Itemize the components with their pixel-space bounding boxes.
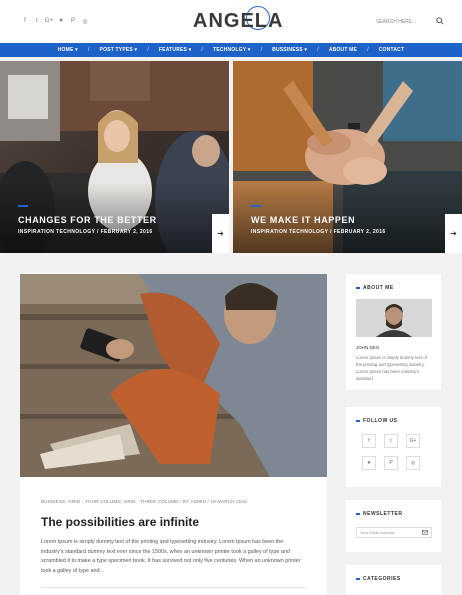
widget-accent-bar <box>356 420 360 422</box>
site-logo[interactable]: ANGELA <box>193 10 283 33</box>
hero-slide-right[interactable]: WE MAKE IT HAPPEN INSPIRATION TECHNOLOGY… <box>233 61 462 253</box>
nav-item-contact[interactable]: CONTACT <box>373 47 410 53</box>
nav-item-about-me[interactable]: ABOUT ME <box>323 47 363 53</box>
social-grid: f t G+ ♥ P ◎ <box>362 434 420 470</box>
social-links: f t G+ ♥ P ◎ <box>22 17 88 25</box>
nav-separator: / <box>147 47 149 53</box>
nav-separator: / <box>201 47 204 53</box>
widget-follow-us: FOLLOW US f t G+ ♥ P ◎ <box>346 407 441 487</box>
hero-meta: INSPIRATION TECHNOLOGY / FEBRUARY 2, 201… <box>251 229 386 235</box>
search-icon[interactable] <box>436 17 444 25</box>
nav-separator: / <box>367 47 369 53</box>
post-meta: BUSINESS, GRID - YOUR COLUMN, GRID - THR… <box>41 499 247 504</box>
nav-item-post-types[interactable]: POST TYPES ▾ <box>94 47 144 53</box>
heart-icon[interactable]: ♥ <box>58 17 64 25</box>
nav-separator: / <box>87 47 90 53</box>
pinterest-icon[interactable]: P <box>384 456 398 470</box>
heart-icon[interactable]: ♥ <box>362 456 376 470</box>
instagram-icon[interactable]: ◎ <box>82 17 88 25</box>
facebook-icon[interactable]: f <box>22 17 28 25</box>
hero-meta: INSPIRATION TECHNOLOGY / FEBRUARY 2, 201… <box>18 229 153 235</box>
newsletter-email-field[interactable]: Your Email Address <box>356 527 432 538</box>
widget-title: NEWSLETTER <box>363 511 403 517</box>
post-title[interactable]: The possibilities are infinite <box>41 515 199 529</box>
author-photo-image <box>356 299 432 337</box>
instagram-icon[interactable]: ◎ <box>406 456 420 470</box>
hero-accent-bar <box>18 205 28 207</box>
arrow-right-icon: ➔ <box>450 229 457 238</box>
facebook-icon[interactable]: f <box>362 434 376 448</box>
divider <box>41 587 306 588</box>
nav-item-features[interactable]: FEATURES ▾ <box>153 47 197 53</box>
post-card: BUSINESS, GRID - YOUR COLUMN, GRID - THR… <box>20 274 327 595</box>
pinterest-icon[interactable]: P <box>70 17 76 25</box>
newsletter-placeholder: Your Email Address <box>360 530 395 535</box>
hero-arrow-button[interactable]: ➔ <box>212 214 229 253</box>
post-image[interactable] <box>20 274 327 477</box>
nav-separator: / <box>317 47 319 53</box>
post-photo-man-phone <box>20 274 327 477</box>
search-input[interactable]: SEARCH HERE... <box>376 19 416 25</box>
widget-title: CATEGORIES <box>363 576 401 582</box>
arrow-right-icon: ➔ <box>217 229 224 238</box>
twitter-icon[interactable]: t <box>34 17 40 25</box>
nav-item-home[interactable]: HOME ▾ <box>52 47 84 53</box>
hero-title[interactable]: CHANGES FOR THE BETTER <box>18 215 157 225</box>
author-bio: Lorem Ipsum is simply dummy text of the … <box>356 355 427 381</box>
nav-separator: / <box>260 47 263 53</box>
hero-arrow-button[interactable]: ➔ <box>445 214 462 253</box>
widget-newsletter: NEWSLETTER Your Email Address <box>346 500 441 552</box>
hero-title[interactable]: WE MAKE IT HAPPEN <box>251 215 355 225</box>
envelope-icon[interactable] <box>422 530 428 535</box>
hero-slide-left[interactable]: CHANGES FOR THE BETTER INSPIRATION TECHN… <box>0 61 229 253</box>
author-name: JOHN DEO <box>356 345 380 350</box>
site-header: f t G+ ♥ P ◎ ANGELA SEARCH HERE... <box>0 0 462 43</box>
widget-accent-bar <box>356 578 360 580</box>
widget-categories: CATEGORIES <box>346 565 441 595</box>
page: f t G+ ♥ P ◎ ANGELA SEARCH HERE... HOME … <box>0 0 462 595</box>
search-box[interactable]: SEARCH HERE... <box>376 17 444 27</box>
google-plus-icon[interactable]: G+ <box>45 17 53 25</box>
hero-accent-bar <box>251 205 261 207</box>
widget-accent-bar <box>356 287 360 289</box>
post-excerpt: Lorem Ipsum is simply dummy text of the … <box>41 539 301 574</box>
widget-title: FOLLOW US <box>363 418 398 424</box>
nav-item-bussiness[interactable]: BUSSINESS ▾ <box>266 47 313 53</box>
widget-title: ABOUT ME <box>363 285 394 291</box>
twitter-icon[interactable]: t <box>384 434 398 448</box>
google-plus-icon[interactable]: G+ <box>406 434 420 448</box>
main-nav: HOME ▾ / POST TYPES ▾ / FEATURES ▾ / TEC… <box>0 43 462 57</box>
widget-about-me: ABOUT ME JOHN DEO Lorem Ipsum is simply … <box>346 274 441 390</box>
author-photo <box>356 299 432 337</box>
nav-item-technolgy[interactable]: TECHNOLGY ▾ <box>207 47 256 53</box>
widget-accent-bar <box>356 513 360 515</box>
